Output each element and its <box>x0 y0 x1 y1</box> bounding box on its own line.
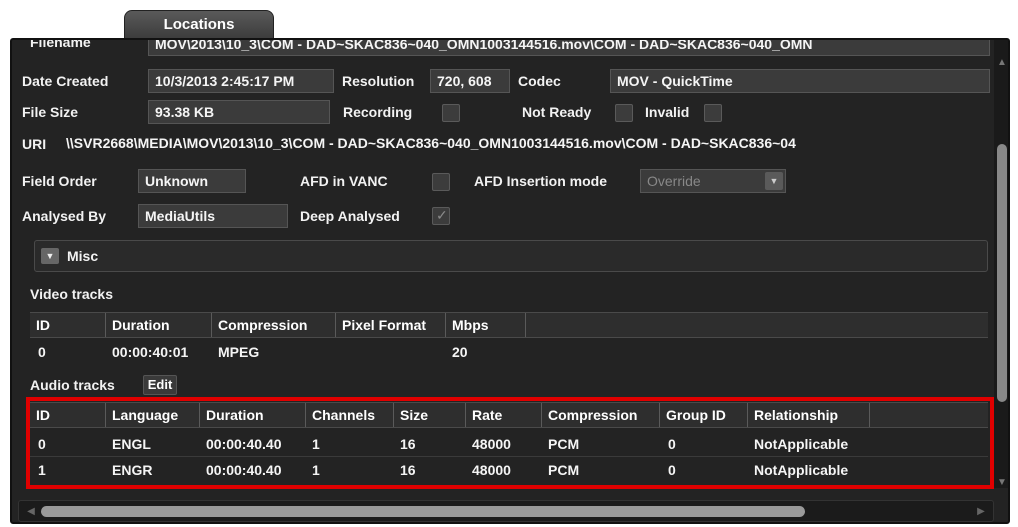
invalid-checkbox[interactable] <box>704 104 722 122</box>
audio-cell-relationship: NotApplicable <box>754 462 849 478</box>
audio-cell-duration: 00:00:40.40 <box>206 436 282 452</box>
afd-insertion-mode-value: Override <box>647 173 701 189</box>
audio-col-size[interactable]: Size <box>394 403 466 427</box>
recording-label: Recording <box>343 104 413 120</box>
chevron-down-icon[interactable]: ▼ <box>41 248 59 264</box>
arrow-up-icon[interactable]: ▲ <box>995 56 1008 70</box>
analysed-by-label: Analysed By <box>22 208 107 224</box>
audio-cell-id: 0 <box>38 436 46 452</box>
audio-cell-language: ENGR <box>112 462 153 478</box>
audio-cell-duration: 00:00:40.40 <box>206 462 282 478</box>
audio-cell-group-id: 0 <box>668 436 676 452</box>
audio-cell-relationship: NotApplicable <box>754 436 849 452</box>
vertical-scrollbar[interactable]: ▲ ▼ <box>994 40 1008 490</box>
uri-label: URI <box>22 136 47 152</box>
arrow-right-icon[interactable]: ▶ <box>973 504 989 520</box>
invalid-label: Invalid <box>645 104 690 120</box>
recording-checkbox[interactable] <box>442 104 460 122</box>
audio-cell-language: ENGL <box>112 436 151 452</box>
arrow-left-icon[interactable]: ◀ <box>23 504 39 520</box>
resolution-field[interactable]: 720, 608 <box>430 69 510 93</box>
audio-cell-size: 16 <box>400 436 416 452</box>
afd-in-vanc-label: AFD in VANC <box>300 173 388 189</box>
audio-col-id[interactable]: ID <box>30 403 106 427</box>
audio-cell-compression: PCM <box>548 462 580 478</box>
not-ready-label: Not Ready <box>522 104 592 120</box>
audio-col-relationship[interactable]: Relationship <box>748 403 870 427</box>
date-created-field[interactable]: 10/3/2013 2:45:17 PM <box>148 69 334 93</box>
edit-audio-tracks-button[interactable]: Edit <box>143 375 177 395</box>
field-order-field[interactable]: Unknown <box>138 169 246 193</box>
deep-analysed-checkbox[interactable] <box>432 207 450 225</box>
vertical-scroll-thumb[interactable] <box>997 144 1007 402</box>
audio-cell-channels: 1 <box>312 462 320 478</box>
audio-tracks-header: ID Language Duration Channels Size Rate … <box>30 402 988 428</box>
field-order-label: Field Order <box>22 173 97 189</box>
audio-cell-channels: 1 <box>312 436 320 452</box>
file-size-label: File Size <box>22 104 79 120</box>
video-col-mbps[interactable]: Mbps <box>446 313 526 337</box>
audio-cell-size: 16 <box>400 462 416 478</box>
audio-col-language[interactable]: Language <box>106 403 200 427</box>
video-col-pixel-format[interactable]: Pixel Format <box>336 313 446 337</box>
video-tracks-header: ID Duration Compression Pixel Format Mbp… <box>30 312 988 338</box>
audio-col-rate[interactable]: Rate <box>466 403 542 427</box>
video-col-id[interactable]: ID <box>30 313 106 337</box>
afd-in-vanc-checkbox[interactable] <box>432 173 450 191</box>
audio-cell-rate: 48000 <box>472 462 511 478</box>
not-ready-checkbox[interactable] <box>615 104 633 122</box>
video-cell-mbps: 20 <box>452 344 468 360</box>
row-divider <box>30 456 988 457</box>
deep-analysed-label: Deep Analysed <box>300 208 400 224</box>
audio-col-channels[interactable]: Channels <box>306 403 394 427</box>
tab-locations[interactable]: Locations <box>124 10 274 40</box>
audio-tracks-label: Audio tracks <box>30 377 115 393</box>
chevron-down-icon: ▼ <box>765 172 783 190</box>
video-cell-compression: MPEG <box>218 344 260 360</box>
properties-panel: Filename MOV\2013\10_3\COM - DAD~SKAC836… <box>10 38 1010 524</box>
video-cell-duration: 00:00:40:01 <box>112 344 189 360</box>
audio-col-compression[interactable]: Compression <box>542 403 660 427</box>
video-col-compression[interactable]: Compression <box>212 313 336 337</box>
codec-label: Codec <box>518 73 561 89</box>
misc-section-header[interactable]: ▼ Misc <box>34 240 988 272</box>
horizontal-scroll-thumb[interactable] <box>41 506 805 517</box>
filename-label: Filename <box>30 38 91 50</box>
audio-cell-compression: PCM <box>548 436 580 452</box>
file-size-field[interactable]: 93.38 KB <box>148 100 330 124</box>
arrow-down-icon[interactable]: ▼ <box>995 476 1008 490</box>
audio-cell-rate: 48000 <box>472 436 511 452</box>
afd-insertion-mode-label: AFD Insertion mode <box>474 173 608 189</box>
horizontal-scrollbar[interactable]: ◀ ▶ <box>18 500 994 522</box>
audio-cell-id: 1 <box>38 462 46 478</box>
codec-field[interactable]: MOV - QuickTime <box>610 69 990 93</box>
afd-insertion-mode-select[interactable]: Override ▼ <box>640 169 786 193</box>
video-cell-id: 0 <box>38 344 46 360</box>
video-tracks-label: Video tracks <box>30 286 114 302</box>
audio-col-duration[interactable]: Duration <box>200 403 306 427</box>
video-col-duration[interactable]: Duration <box>106 313 212 337</box>
misc-label: Misc <box>67 248 99 264</box>
audio-col-group-id[interactable]: Group ID <box>660 403 748 427</box>
analysed-by-field[interactable]: MediaUtils <box>138 204 288 228</box>
resolution-label: Resolution <box>342 73 415 89</box>
filename-field[interactable]: MOV\2013\10_3\COM - DAD~SKAC836~040_OMN1… <box>148 40 990 56</box>
audio-cell-group-id: 0 <box>668 462 676 478</box>
uri-field[interactable]: \\SVR2668\MEDIA\MOV\2013\10_3\COM - DAD~… <box>64 132 990 156</box>
date-created-label: Date Created <box>22 73 109 89</box>
